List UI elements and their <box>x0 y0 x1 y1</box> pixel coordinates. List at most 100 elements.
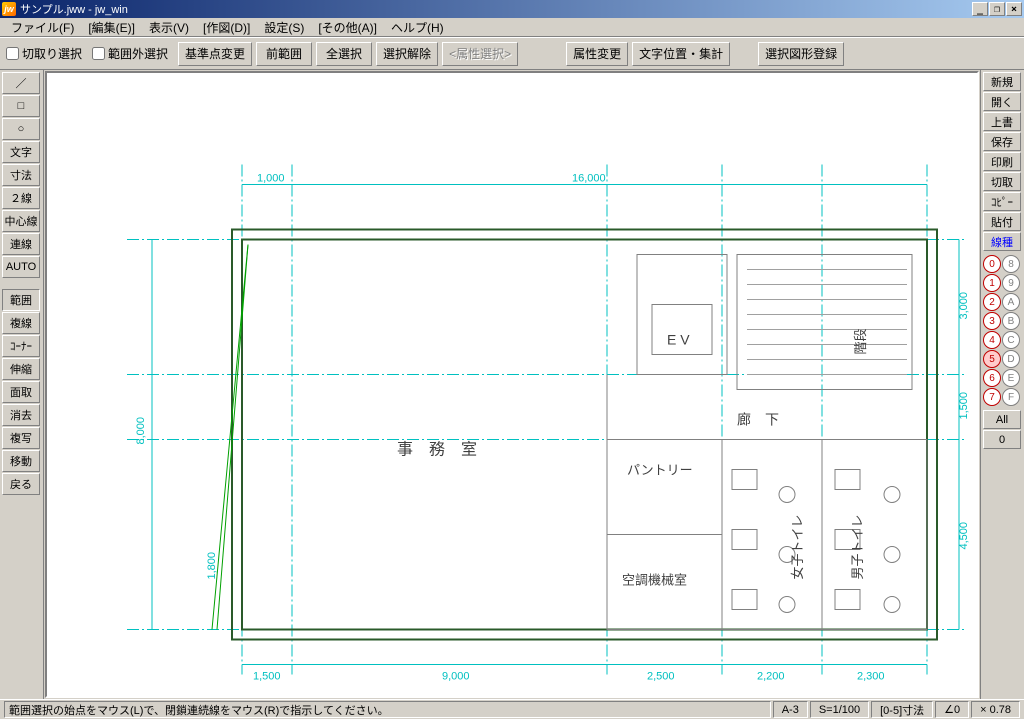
status-paper[interactable]: A-3 <box>773 701 808 718</box>
svg-text:1,500: 1,500 <box>253 671 281 683</box>
tool-range[interactable]: 範囲 <box>2 289 40 311</box>
svg-text:16,000: 16,000 <box>572 173 606 185</box>
svg-text:2,200: 2,200 <box>757 671 785 683</box>
selectall-button[interactable]: 全選択 <box>316 42 372 66</box>
status-angle[interactable]: ∠0 <box>935 701 969 718</box>
statusbar: 範囲選択の始点をマウス(L)で、閉鎖連続線をマウス(R)で指示してください。 A… <box>0 699 1024 719</box>
tool-chamfer[interactable]: 面取 <box>2 381 40 403</box>
svg-text:パントリー: パントリー <box>627 463 693 478</box>
layer-6[interactable]: 6 <box>983 369 1001 387</box>
svg-text:階段: 階段 <box>853 328 868 354</box>
linetype-button[interactable]: 線種 <box>983 232 1021 251</box>
svg-text:E V: E V <box>667 332 690 348</box>
tool-extend[interactable]: 伸縮 <box>2 358 40 380</box>
tool-erase[interactable]: 消去 <box>2 404 40 426</box>
layer-1[interactable]: 1 <box>983 274 1001 292</box>
tool-centerline[interactable]: 中心線 <box>2 210 40 232</box>
textpos-button[interactable]: 文字位置・集計 <box>632 42 730 66</box>
menubar: ファイル(F) [編集(E)] 表示(V) [作図(D)] 設定(S) [その他… <box>0 18 1024 37</box>
tool-2line[interactable]: ２線 <box>2 187 40 209</box>
tool-auto[interactable]: AUTO <box>2 256 40 278</box>
menu-other[interactable]: [その他(A)] <box>311 17 384 38</box>
menu-draw[interactable]: [作図(D)] <box>196 17 257 38</box>
svg-text:事 務 室: 事 務 室 <box>397 441 477 459</box>
save-button[interactable]: 保存 <box>983 132 1021 151</box>
minimize-button[interactable]: _ <box>972 2 988 16</box>
layer-4[interactable]: 4 <box>983 331 1001 349</box>
layer-8[interactable]: 8 <box>1002 255 1020 273</box>
clip-select-check[interactable]: 切取り選択 <box>6 45 82 62</box>
copy-button[interactable]: ｺﾋﾟｰ <box>983 192 1021 211</box>
layer-E[interactable]: E <box>1002 369 1020 387</box>
status-message: 範囲選択の始点をマウス(L)で、閉鎖連続線をマウス(R)で指示してください。 <box>4 701 771 718</box>
status-zoom[interactable]: × 0.78 <box>971 701 1020 718</box>
menu-help[interactable]: ヘルプ(H) <box>384 17 451 38</box>
svg-text:女子トイレ: 女子トイレ <box>790 514 805 579</box>
basepoint-button[interactable]: 基準点変更 <box>178 42 252 66</box>
drawing-canvas[interactable]: 1,000 16,000 8,000 1,800 1,500 9,000 2,5… <box>45 71 979 698</box>
deselect-button[interactable]: 選択解除 <box>376 42 438 66</box>
layer-2[interactable]: 2 <box>983 293 1001 311</box>
regshape-button[interactable]: 選択図形登録 <box>758 42 844 66</box>
outside-select-check[interactable]: 範囲外選択 <box>92 45 168 62</box>
zero-button[interactable]: 0 <box>983 430 1021 449</box>
svg-text:2,300: 2,300 <box>857 671 885 683</box>
layer-9[interactable]: 9 <box>1002 274 1020 292</box>
title-text: サンプル.jww - jw_win <box>20 1 128 17</box>
tool-circle[interactable]: ○ <box>2 118 40 140</box>
svg-text:1,800: 1,800 <box>206 552 218 580</box>
tool-rect[interactable]: □ <box>2 95 40 117</box>
print-button[interactable]: 印刷 <box>983 152 1021 171</box>
canvas-wrap: 1,000 16,000 8,000 1,800 1,500 9,000 2,5… <box>44 70 980 699</box>
layer-3[interactable]: 3 <box>983 312 1001 330</box>
svg-text:4,500: 4,500 <box>958 522 970 550</box>
overwrite-button[interactable]: 上書 <box>983 112 1021 131</box>
attrchange-button[interactable]: 属性変更 <box>566 42 628 66</box>
tool-parallel[interactable]: 複線 <box>2 312 40 334</box>
right-toolbar: 新規 開く 上書 保存 印刷 切取 ｺﾋﾟｰ 貼付 線種 0 8 1 9 2 A… <box>980 70 1024 699</box>
tool-corner[interactable]: ｺｰﾅｰ <box>2 335 40 357</box>
cut-button[interactable]: 切取 <box>983 172 1021 191</box>
status-scale[interactable]: S=1/100 <box>810 701 869 718</box>
layer-D[interactable]: D <box>1002 350 1020 368</box>
tool-text[interactable]: 文字 <box>2 141 40 163</box>
maximize-button[interactable]: ❐ <box>989 2 1005 16</box>
open-button[interactable]: 開く <box>983 92 1021 111</box>
tool-copy[interactable]: 複写 <box>2 427 40 449</box>
tool-dim[interactable]: 寸法 <box>2 164 40 186</box>
layer-group-grid: 0 8 1 9 2 A 3 B 4 C 5 D 6 E 7 F <box>983 255 1021 406</box>
svg-text:1,000: 1,000 <box>257 173 285 185</box>
tool-polyline[interactable]: 連線 <box>2 233 40 255</box>
layer-B[interactable]: B <box>1002 312 1020 330</box>
svg-text:1,500: 1,500 <box>958 392 970 420</box>
selection-toolbar: 切取り選択 範囲外選択 基準点変更 前範囲 全選択 選択解除 <属性選択> 属性… <box>0 37 1024 70</box>
menu-file[interactable]: ファイル(F) <box>4 17 81 38</box>
close-button[interactable]: × <box>1006 2 1022 16</box>
tool-move[interactable]: 移動 <box>2 450 40 472</box>
floorplan-svg: 1,000 16,000 8,000 1,800 1,500 9,000 2,5… <box>47 73 977 696</box>
attrselect-button[interactable]: <属性選択> <box>442 42 518 66</box>
status-layer[interactable]: [0-5]寸法 <box>871 701 933 718</box>
svg-text:廊 下: 廊 下 <box>737 412 779 428</box>
left-toolbar: ／ □ ○ 文字 寸法 ２線 中心線 連線 AUTO 範囲 複線 ｺｰﾅｰ 伸縮… <box>0 70 44 699</box>
menu-view[interactable]: 表示(V) <box>142 17 196 38</box>
tool-line[interactable]: ／ <box>2 72 40 94</box>
layer-A[interactable]: A <box>1002 293 1020 311</box>
new-button[interactable]: 新規 <box>983 72 1021 91</box>
svg-text:8,000: 8,000 <box>135 417 147 445</box>
layer-7[interactable]: 7 <box>983 388 1001 406</box>
prevrange-button[interactable]: 前範囲 <box>256 42 312 66</box>
menu-edit[interactable]: [編集(E)] <box>81 17 142 38</box>
layer-5[interactable]: 5 <box>983 350 1001 368</box>
tool-undo[interactable]: 戻る <box>2 473 40 495</box>
layer-0[interactable]: 0 <box>983 255 1001 273</box>
app-icon: jw <box>2 2 16 16</box>
menu-settings[interactable]: 設定(S) <box>257 17 311 38</box>
layer-F[interactable]: F <box>1002 388 1020 406</box>
layer-C[interactable]: C <box>1002 331 1020 349</box>
svg-text:空調機械室: 空調機械室 <box>622 573 687 588</box>
all-button[interactable]: All <box>983 410 1021 429</box>
titlebar: jw サンプル.jww - jw_win _ ❐ × <box>0 0 1024 18</box>
svg-text:3,000: 3,000 <box>958 292 970 320</box>
paste-button[interactable]: 貼付 <box>983 212 1021 231</box>
